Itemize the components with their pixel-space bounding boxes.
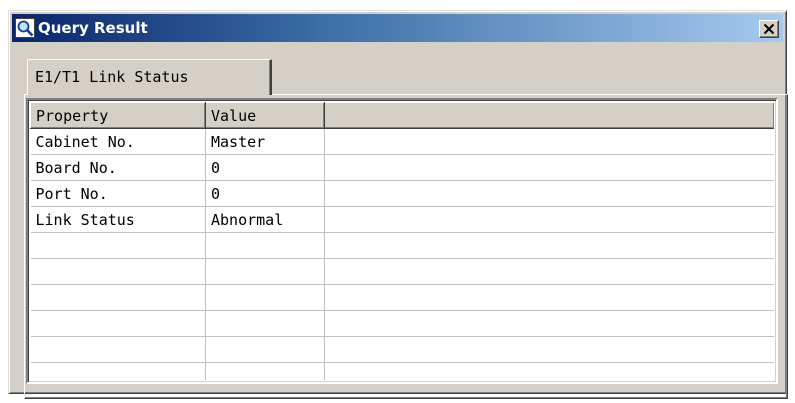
window-title: Query Result (38, 19, 148, 37)
table-row[interactable] (30, 336, 774, 363)
table-row[interactable]: Port No. 0 (30, 180, 774, 207)
cell-extra (324, 232, 774, 259)
property-list-view[interactable]: Property Value Cabinet No. Master Board … (26, 98, 778, 384)
table-row[interactable]: Cabinet No. Master (30, 128, 774, 155)
cell-extra (324, 362, 774, 380)
cell-property (30, 336, 206, 363)
column-header-empty[interactable] (324, 102, 774, 129)
cell-property: Port No. (30, 180, 206, 207)
table-row[interactable] (30, 362, 774, 380)
cell-extra (324, 258, 774, 285)
table-header-row: Property Value (30, 102, 774, 129)
cell-extra (324, 180, 774, 207)
column-header-property[interactable]: Property (30, 102, 206, 129)
cell-value (205, 232, 325, 259)
cell-extra (324, 206, 774, 233)
query-magnifier-icon (15, 18, 35, 38)
table-row[interactable] (30, 284, 774, 311)
cell-extra (324, 310, 774, 337)
cell-extra (324, 128, 774, 155)
title-bar[interactable]: Query Result (12, 14, 783, 42)
property-table: Property Value Cabinet No. Master Board … (30, 102, 774, 380)
cell-property (30, 284, 206, 311)
tab-link-status[interactable]: E1/T1 Link Status (27, 59, 272, 95)
cell-property: Board No. (30, 154, 206, 181)
cell-property (30, 310, 206, 337)
cell-property (30, 232, 206, 259)
cell-value (205, 258, 325, 285)
tab-label: E1/T1 Link Status (35, 68, 189, 86)
cell-property: Link Status (30, 206, 206, 233)
table-row[interactable] (30, 310, 774, 337)
table-row[interactable]: Board No. 0 (30, 154, 774, 181)
cell-value (205, 336, 325, 363)
table-row[interactable] (30, 232, 774, 259)
cell-property (30, 258, 206, 285)
cell-value (205, 362, 325, 380)
cell-property: Cabinet No. (30, 128, 206, 155)
cell-extra (324, 336, 774, 363)
cell-extra (324, 154, 774, 181)
table-row[interactable]: Link Status Abnormal (30, 206, 774, 233)
close-button[interactable] (759, 20, 779, 38)
cell-value: Master (205, 128, 325, 155)
cell-value: Abnormal (205, 206, 325, 233)
cell-value (205, 310, 325, 337)
cell-value: 0 (205, 154, 325, 181)
column-header-value[interactable]: Value (205, 102, 325, 129)
cell-value (205, 284, 325, 311)
cell-property (30, 362, 206, 380)
cell-extra (324, 284, 774, 311)
table-row[interactable] (30, 258, 774, 285)
close-icon (763, 23, 775, 35)
cell-value: 0 (205, 180, 325, 207)
